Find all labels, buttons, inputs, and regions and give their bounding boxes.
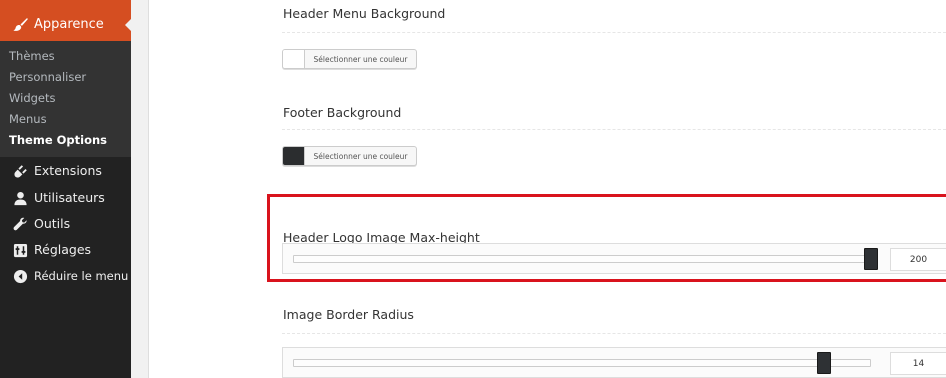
submenu-item-menus[interactable]: Menus — [9, 112, 47, 126]
menu-item-label: Réduire le menu — [34, 269, 129, 283]
select-color-label: Sélectionner une couleur — [313, 151, 408, 161]
section-title-image-border-radius: Image Border Radius — [283, 307, 414, 322]
color-swatch — [283, 147, 305, 165]
appearance-submenu: Thèmes Personnaliser Widgets Menus Theme… — [0, 41, 131, 157]
logo-max-height-slider-row: 200 — [282, 243, 946, 274]
menu-item-outils[interactable]: Outils — [0, 214, 131, 236]
plugin-icon — [14, 165, 27, 178]
submenu-item-theme-options[interactable]: Theme Options — [9, 133, 107, 147]
divider — [282, 333, 946, 334]
color-swatch — [283, 50, 305, 68]
menu-item-label: Réglages — [34, 242, 92, 257]
content-gutter — [131, 0, 149, 378]
slider-track[interactable] — [293, 255, 878, 263]
border-radius-value-input[interactable]: 14 — [890, 352, 946, 375]
menu-item-reglages[interactable]: Réglages — [0, 240, 131, 262]
collapse-arrow-icon — [13, 269, 28, 284]
menu-item-utilisateurs[interactable]: Utilisateurs — [0, 188, 131, 210]
menu-item-label: Utilisateurs — [34, 190, 105, 205]
menu-item-label: Extensions — [34, 163, 102, 178]
slider-track[interactable] — [293, 359, 871, 367]
collapse-menu-button[interactable]: Réduire le menu — [0, 266, 131, 288]
border-radius-slider-row: 14 — [282, 347, 946, 378]
section-title-footer-background: Footer Background — [283, 105, 402, 120]
user-icon — [14, 191, 27, 206]
slider-handle[interactable] — [816, 352, 831, 374]
logo-max-height-value-input[interactable]: 200 — [890, 248, 946, 271]
menu-item-label: Apparence — [34, 17, 104, 32]
settings-icon — [13, 243, 28, 258]
previous-menu-item-edge — [0, 0, 131, 9]
header-menu-background-color-button[interactable]: Sélectionner une couleur — [282, 49, 417, 69]
slider-handle[interactable] — [864, 248, 878, 270]
submenu-item-personnaliser[interactable]: Personnaliser — [9, 70, 86, 84]
theme-options-panel: Header Menu Background Sélectionner une … — [150, 0, 946, 378]
submenu-item-widgets[interactable]: Widgets — [9, 91, 56, 105]
paintbrush-icon — [13, 17, 28, 31]
menu-item-label: Outils — [34, 216, 71, 231]
menu-item-extensions[interactable]: Extensions — [0, 161, 131, 183]
submenu-item-themes[interactable]: Thèmes — [9, 49, 55, 63]
admin-sidebar: Apparence Thèmes Personnaliser Widgets M… — [0, 0, 132, 378]
section-title-header-menu-background: Header Menu Background — [283, 6, 446, 21]
select-color-label: Sélectionner une couleur — [313, 54, 408, 64]
wrench-icon — [13, 217, 27, 231]
footer-background-color-button[interactable]: Sélectionner une couleur — [282, 146, 417, 166]
divider — [282, 32, 946, 33]
menu-item-apparence[interactable]: Apparence — [0, 9, 132, 41]
divider — [282, 129, 946, 130]
